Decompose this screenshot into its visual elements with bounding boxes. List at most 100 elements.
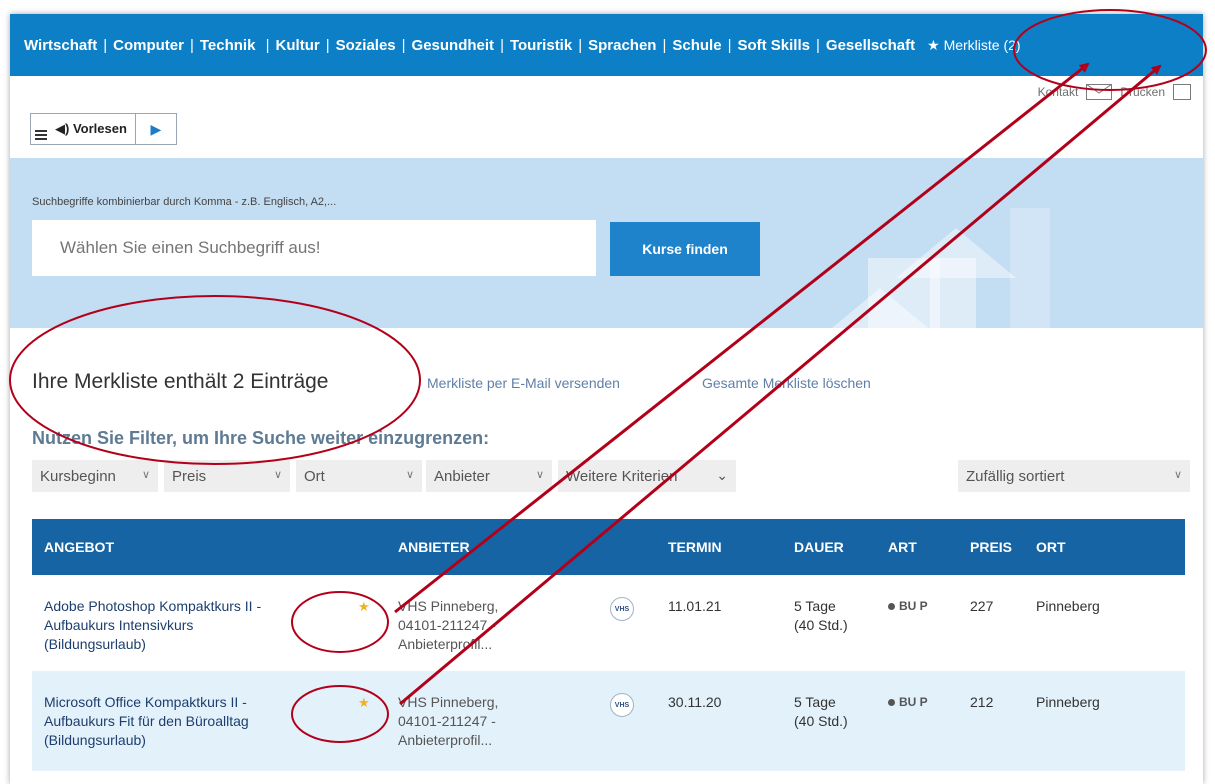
course-location: Pinneberg (1036, 694, 1100, 710)
category-nav: Wirtschaft | Computer | Technik | Kultur | … (10, 14, 1203, 76)
duration-days: 5 Tage (794, 598, 836, 614)
table-row: Adobe Photoshop Kompaktkurs II - Aufbauk… (32, 575, 1185, 667)
chevron-down-icon: ∨ (141, 469, 150, 481)
merkliste-star-icon[interactable]: ★ (358, 597, 370, 616)
course-type-label: BU P (899, 695, 928, 709)
filter-label: Weitere Kriterien (566, 467, 678, 485)
search-input[interactable] (32, 220, 596, 276)
filter-label: Ort (304, 467, 325, 485)
filter-label: Anbieter (434, 467, 490, 485)
filter-heading: Nutzen Sie Filter, um Ihre Suche weiter … (32, 428, 490, 448)
course-title-line: (Bildungsurlaub) (44, 732, 146, 748)
provider-profile-link[interactable]: Anbieterprofil... (398, 635, 538, 654)
col-ort[interactable]: ORT (1036, 539, 1066, 555)
results-table-header: ANGEBOT ANBIETER TERMIN DAUER ART PREIS … (32, 519, 1185, 575)
decorative-arrow (832, 288, 928, 328)
col-angebot[interactable]: ANGEBOT (44, 539, 114, 555)
nav-computer[interactable]: Computer (113, 37, 184, 54)
col-art[interactable]: ART (888, 539, 917, 555)
course-title-link[interactable]: Adobe Photoshop Kompaktkurs II - Aufbauk… (44, 597, 324, 654)
search-hint: Suchbegriffe kombinierbar durch Komma - … (32, 196, 337, 208)
nav-soziales[interactable]: Soziales (336, 37, 396, 54)
filter-label: Kursbeginn (40, 467, 116, 485)
course-duration: 5 Tage (40 Std.) (794, 693, 848, 731)
provider-phone: 04101-211247 - (398, 713, 496, 729)
play-icon[interactable]: ▶ (136, 114, 176, 144)
envelope-icon[interactable] (1086, 84, 1113, 100)
email-merkliste-link[interactable]: Merkliste per E-Mail versenden (427, 375, 620, 391)
chevron-down-icon: ∨ (273, 469, 282, 481)
duration-days: 5 Tage (794, 694, 836, 710)
nav-soft-skills[interactable]: Soft Skills (737, 37, 810, 54)
delete-merkliste-link[interactable]: Gesamte Merkliste löschen (702, 375, 871, 391)
read-aloud-widget: ◀) Vorlesen ▶ (30, 113, 177, 145)
chevron-down-icon: ⌄ (716, 467, 728, 483)
provider-profile-link[interactable]: Anbieterprofil... (398, 731, 538, 750)
col-anbieter[interactable]: ANBIETER (398, 539, 470, 555)
filter-preis[interactable]: Preis ∨ (164, 460, 290, 492)
course-date: 11.01.21 (668, 598, 722, 614)
bullet-icon (888, 699, 895, 706)
filter-kursbeginn[interactable]: Kursbeginn ∨ (32, 460, 158, 492)
utility-links: Kontakt Drucken (1038, 84, 1191, 100)
chevron-down-icon: ∨ (405, 469, 414, 481)
nav-schule[interactable]: Schule (672, 37, 721, 54)
print-link[interactable]: Drucken (1120, 85, 1165, 99)
course-type: BU P (888, 597, 928, 616)
course-type: BU P (888, 693, 928, 712)
course-title-link[interactable]: Microsoft Office Kompaktkurs II - Aufbau… (44, 693, 324, 750)
filter-anbieter[interactable]: Anbieter ∨ (426, 460, 552, 492)
provider-name: VHS Pinneberg, (398, 694, 499, 710)
filter-ort[interactable]: Ort ∨ (296, 460, 422, 492)
nav-wirtschaft[interactable]: Wirtschaft (24, 37, 97, 54)
page: Wirtschaft | Computer | Technik | Kultur | … (10, 14, 1203, 784)
sort-label: Zufällig sortiert (966, 467, 1065, 485)
chevron-down-icon: ∨ (1173, 469, 1182, 481)
duration-hours: (40 Std.) (794, 713, 848, 729)
merkliste-heading: Ihre Merkliste enthält 2 Einträge (32, 370, 329, 393)
course-title-line: Microsoft Office Kompaktkurs II - (44, 694, 247, 710)
provider-phone: 04101-211247 - (398, 617, 496, 633)
course-title-line: Aufbaukurs Intensivkurs (44, 617, 194, 633)
course-duration: 5 Tage (40 Std.) (794, 597, 848, 635)
decorative-arrow (930, 258, 976, 328)
provider-info: VHS Pinneberg, 04101-211247 - Anbieterpr… (398, 597, 538, 654)
table-row: Microsoft Office Kompaktkurs II - Aufbau… (32, 671, 1185, 771)
course-price: 227 (970, 598, 994, 614)
bullet-icon (888, 603, 895, 610)
nav-technik[interactable]: Technik (200, 37, 256, 54)
read-aloud-button[interactable]: ◀) Vorlesen (51, 114, 136, 144)
col-preis[interactable]: PREIS (970, 539, 1012, 555)
course-title-line: Adobe Photoshop Kompaktkurs II - (44, 598, 262, 614)
course-date: 30.11.20 (668, 694, 722, 710)
merkliste-star-icon[interactable]: ★ (358, 693, 370, 712)
decorative-arrow (1010, 208, 1050, 328)
contact-link[interactable]: Kontakt (1038, 85, 1079, 99)
course-type-label: BU P (899, 599, 928, 613)
course-price: 212 (970, 694, 994, 710)
col-termin[interactable]: TERMIN (668, 539, 722, 555)
chevron-down-icon: ∨ (535, 469, 544, 481)
search-section: Suchbegriffe kombinierbar durch Komma - … (10, 158, 1203, 328)
provider-logo: VHS (610, 693, 634, 717)
course-location: Pinneberg (1036, 598, 1100, 614)
nav-gesundheit[interactable]: Gesundheit (412, 37, 495, 54)
sort-select[interactable]: Zufällig sortiert ∨ (958, 460, 1190, 492)
nav-kultur[interactable]: Kultur (276, 37, 320, 54)
provider-info: VHS Pinneberg, 04101-211247 - Anbieterpr… (398, 693, 538, 750)
duration-hours: (40 Std.) (794, 617, 848, 633)
nav-touristik[interactable]: Touristik (510, 37, 572, 54)
menu-icon[interactable] (31, 114, 51, 144)
filter-label: Preis (172, 467, 207, 485)
nav-gesellschaft[interactable]: Gesellschaft (826, 37, 915, 54)
course-title-line: Aufbaukurs Fit für den Büroalltag (44, 713, 249, 729)
find-courses-button[interactable]: Kurse finden (610, 222, 760, 276)
course-title-line: (Bildungsurlaub) (44, 636, 146, 652)
col-dauer[interactable]: DAUER (794, 539, 844, 555)
merkliste-link[interactable]: ★ Merkliste (2) (927, 37, 1020, 54)
printer-icon[interactable] (1173, 84, 1191, 100)
provider-logo: VHS (610, 597, 634, 621)
filter-weitere-kriterien[interactable]: Weitere Kriterien ⌄ (558, 460, 736, 492)
nav-sprachen[interactable]: Sprachen (588, 37, 656, 54)
provider-name: VHS Pinneberg, (398, 598, 499, 614)
